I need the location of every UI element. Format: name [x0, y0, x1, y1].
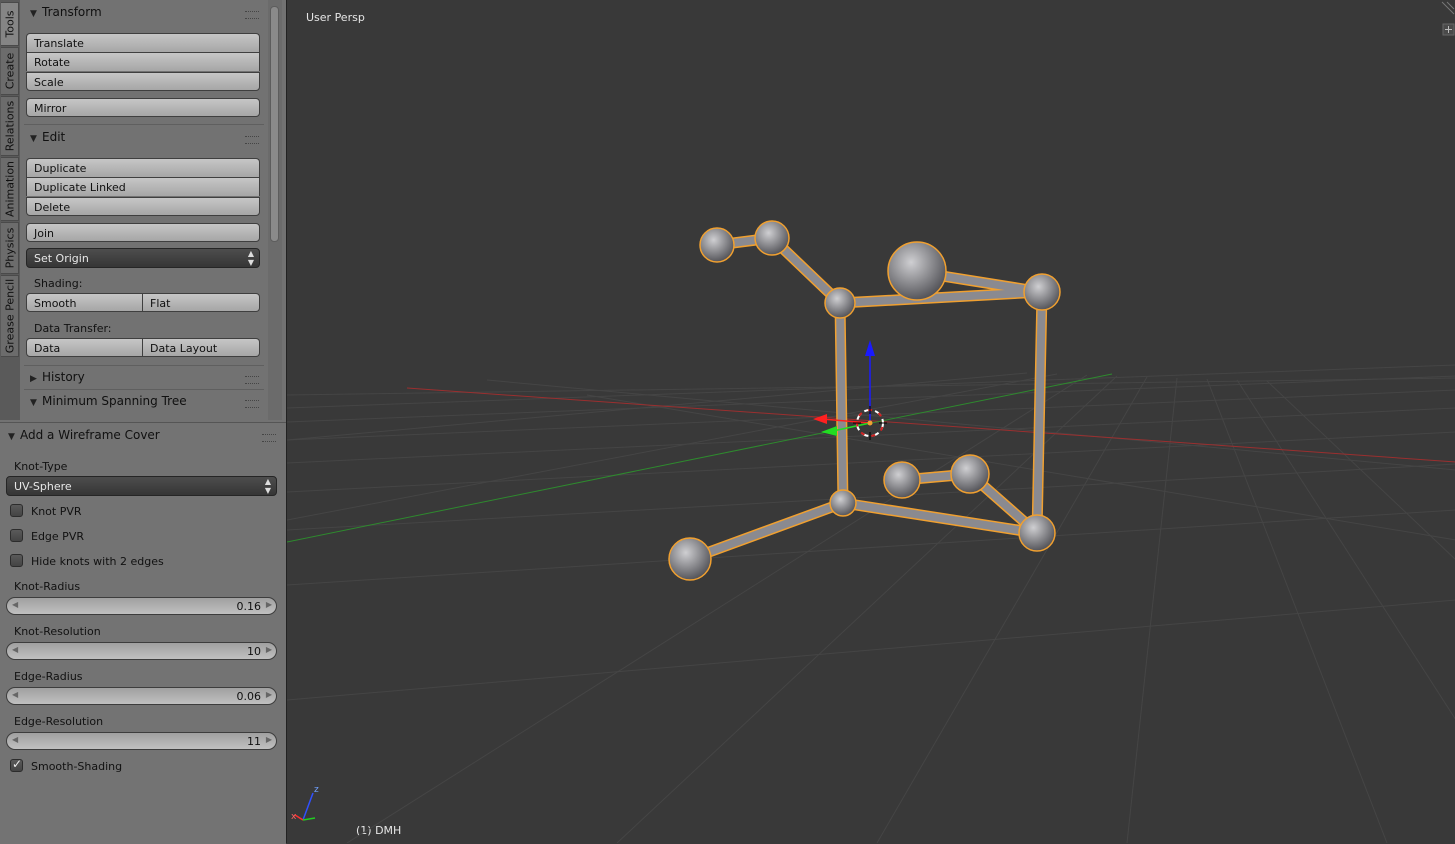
axis-gizmo-icon: z x [291, 785, 319, 822]
panel-header-minimum-spanning-tree[interactable]: ▼ Minimum Spanning Tree [30, 391, 260, 411]
tab-label: Physics [3, 227, 16, 269]
slider-value: 10 [247, 645, 261, 658]
increment-arrow-icon[interactable]: ▶ [266, 600, 272, 609]
decrement-arrow-icon[interactable]: ◀ [12, 690, 18, 699]
duplicate-button[interactable]: Duplicate [26, 158, 260, 177]
increment-arrow-icon[interactable]: ▶ [266, 645, 272, 654]
slider-value: 0.16 [236, 600, 262, 613]
edge-resolution-slider[interactable]: ◀ 11 ▶ [6, 732, 277, 750]
decrement-arrow-icon[interactable]: ◀ [12, 600, 18, 609]
tab-animation[interactable]: Animation [1, 157, 19, 221]
join-button[interactable]: Join [26, 223, 260, 242]
panel-title: History [42, 370, 85, 384]
viewport-scene: z x [287, 1, 1455, 843]
mirror-button[interactable]: Mirror [26, 98, 260, 117]
drag-grip-icon[interactable] [245, 11, 259, 19]
divider [24, 389, 264, 390]
expand-triangle-icon: ▶ [30, 374, 37, 384]
edge-resolution-label: Edge-Resolution [14, 715, 104, 728]
hide-knots-label: Hide knots with 2 edges [31, 555, 164, 568]
edge-pvr-checkbox[interactable] [10, 529, 23, 542]
scale-button[interactable]: Scale [26, 72, 260, 91]
slider-value: 11 [247, 735, 261, 748]
shading-label: Shading: [34, 277, 83, 290]
3d-viewport[interactable]: User Persp (1) DMH z x [286, 0, 1455, 843]
tab-label: Animation [3, 160, 16, 218]
data-button[interactable]: Data [26, 338, 143, 357]
tool-shelf-tabs: Tools Create Relations Animation Physics… [0, 0, 20, 420]
dropdown-value: UV-Sphere [14, 480, 72, 493]
tab-label: Relations [3, 100, 16, 152]
knot-pvr-label: Knot PVR [31, 505, 82, 518]
operator-panel: ▼ Add a Wireframe Cover Knot-Type UV-Sphe… [0, 422, 286, 844]
drag-grip-icon[interactable] [262, 434, 276, 442]
set-origin-dropdown[interactable]: Set Origin ▲ ▼ [26, 248, 260, 268]
collapse-triangle-icon: ▼ [8, 432, 15, 442]
panel-header-transform[interactable]: ▼ Transform [30, 2, 260, 22]
operator-panel-header[interactable]: ▼ Add a Wireframe Cover [8, 425, 268, 445]
collapse-triangle-icon: ▼ [30, 134, 37, 144]
edge-pvr-label: Edge PVR [31, 530, 84, 543]
tab-physics[interactable]: Physics [1, 222, 19, 274]
axis-x-label: x [291, 812, 297, 822]
drag-grip-icon[interactable] [245, 136, 259, 144]
decrement-arrow-icon[interactable]: ◀ [12, 735, 18, 744]
updown-arrow-icon: ▲ ▼ [264, 477, 271, 495]
panel-header-history[interactable]: ▶ History [30, 367, 260, 387]
tab-label: Grease Pencil [3, 278, 16, 354]
tab-tools[interactable]: Tools [1, 2, 19, 46]
divider [24, 365, 264, 366]
knot-radius-slider[interactable]: ◀ 0.16 ▶ [6, 597, 277, 615]
tab-create[interactable]: Create [1, 47, 19, 95]
x-axis-line [406, 387, 1455, 463]
axis-z-label: z [314, 785, 319, 795]
drag-grip-icon[interactable] [245, 400, 259, 408]
decrement-arrow-icon[interactable]: ◀ [12, 645, 18, 654]
knot-resolution-slider[interactable]: ◀ 10 ▶ [6, 642, 277, 660]
tab-relations[interactable]: Relations [1, 96, 19, 156]
dropdown-label: Set Origin [34, 252, 89, 265]
knot-resolution-label: Knot-Resolution [14, 625, 101, 638]
panel-title: Minimum Spanning Tree [42, 394, 187, 408]
area-corner-widget-icon[interactable] [1441, 1, 1455, 15]
smooth-shading-checkbox[interactable] [10, 757, 23, 772]
updown-arrow-icon: ▲ ▼ [247, 249, 254, 267]
tab-grease-pencil[interactable]: Grease Pencil [1, 275, 19, 357]
data-transfer-label: Data Transfer: [34, 322, 112, 335]
smooth-button[interactable]: Smooth [26, 293, 143, 312]
translate-button[interactable]: Translate [26, 33, 260, 52]
knot-type-dropdown[interactable]: UV-Sphere ▲ ▼ [6, 476, 277, 496]
hide-knots-checkbox[interactable] [10, 554, 23, 567]
drag-grip-icon[interactable] [245, 376, 259, 384]
operator-title: Add a Wireframe Cover [20, 428, 160, 442]
edge-radius-label: Edge-Radius [14, 670, 83, 683]
smooth-shading-label: Smooth-Shading [31, 760, 123, 773]
panel-title: Transform [42, 5, 102, 19]
increment-arrow-icon[interactable]: ▶ [266, 690, 272, 699]
divider [24, 124, 264, 125]
tab-label: Tools [3, 10, 16, 38]
rotate-button[interactable]: Rotate [26, 52, 260, 71]
y-axis-line [287, 373, 1113, 543]
slider-value: 0.06 [236, 690, 262, 703]
grid-floor [287, 364, 1455, 843]
tool-shelf: Tools Create Relations Animation Physics… [0, 0, 286, 844]
properties-toggle-icon[interactable] [1442, 23, 1455, 36]
knot-pvr-checkbox[interactable] [10, 504, 23, 517]
collapse-triangle-icon: ▼ [30, 398, 37, 408]
panel-header-edit[interactable]: ▼ Edit [30, 127, 260, 147]
knot-radius-label: Knot-Radius [14, 580, 81, 593]
duplicate-linked-button[interactable]: Duplicate Linked [26, 177, 260, 196]
scrollbar-thumb[interactable] [270, 6, 279, 242]
tab-label: Create [3, 52, 16, 90]
collapse-triangle-icon: ▼ [30, 9, 37, 19]
flat-button[interactable]: Flat [143, 293, 260, 312]
edge-radius-slider[interactable]: ◀ 0.06 ▶ [6, 687, 277, 705]
delete-button[interactable]: Delete [26, 197, 260, 216]
panel-title: Edit [42, 130, 66, 144]
data-layout-button[interactable]: Data Layout [143, 338, 260, 357]
knot-type-label: Knot-Type [14, 460, 68, 473]
increment-arrow-icon[interactable]: ▶ [266, 735, 272, 744]
